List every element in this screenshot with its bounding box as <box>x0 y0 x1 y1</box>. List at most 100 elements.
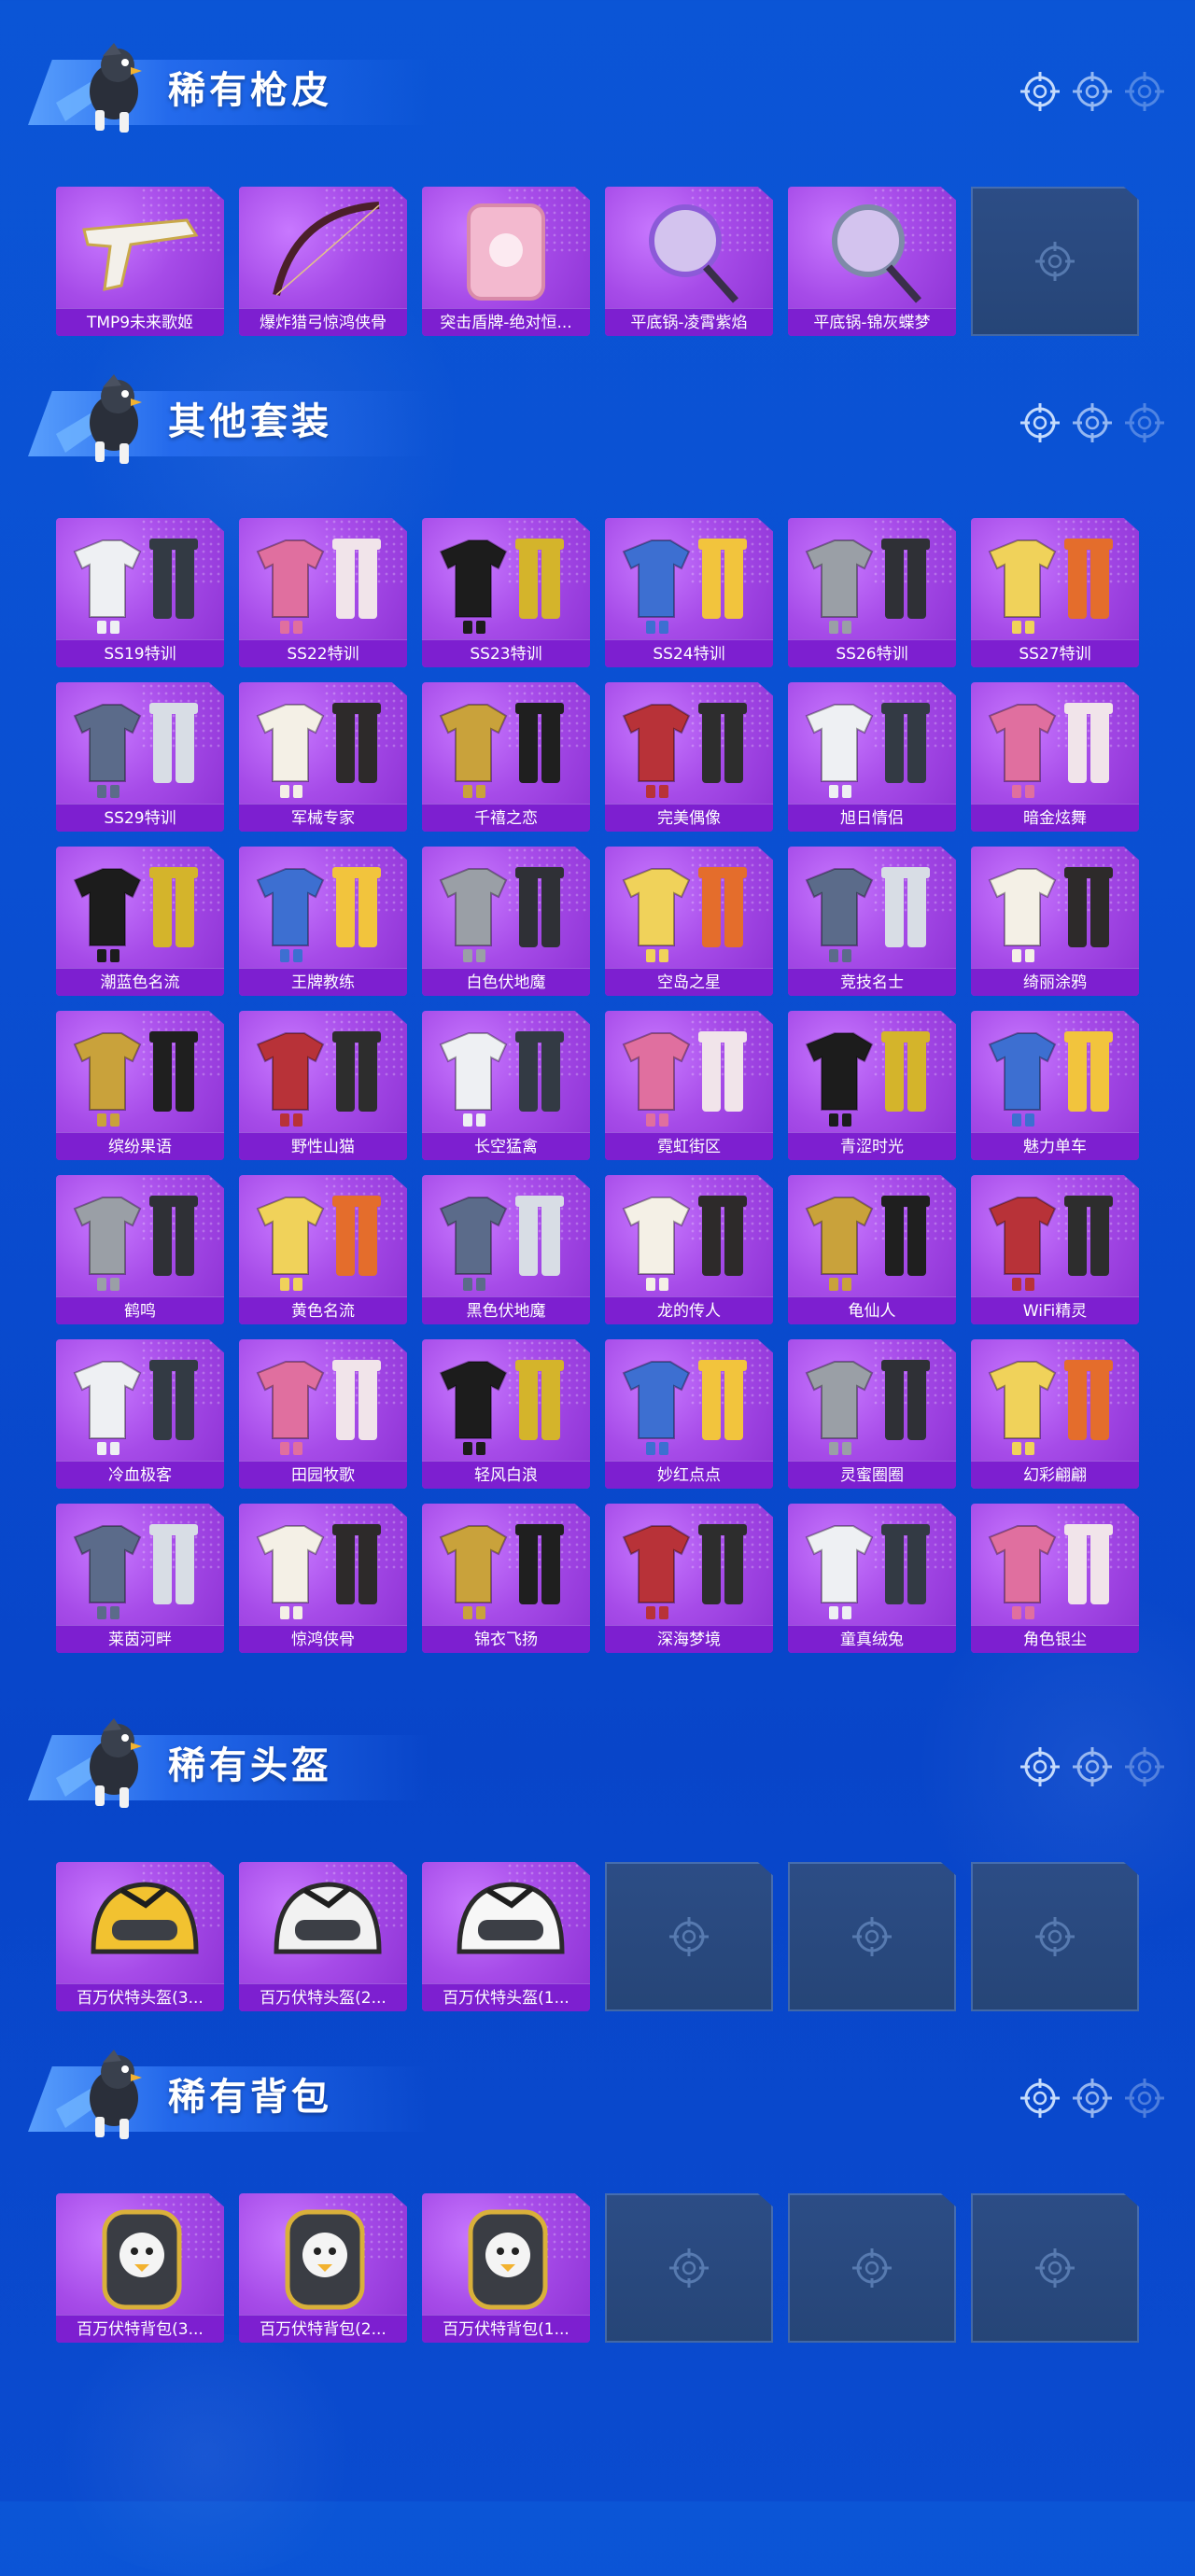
item-name: SS27特训 <box>971 639 1139 667</box>
item-tile[interactable]: 深海梦境 <box>605 1504 773 1653</box>
item-name: 野性山猫 <box>239 1132 407 1160</box>
item-name: 旭日情侣 <box>788 804 956 832</box>
item-tile[interactable]: 惊鸿侠骨 <box>239 1504 407 1653</box>
item-name: 王牌教练 <box>239 968 407 996</box>
item-tile[interactable]: 空岛之星 <box>605 847 773 996</box>
background-bottom-decoration <box>37 2333 373 2576</box>
item-tile[interactable]: 野性山猫 <box>239 1011 407 1160</box>
item-tile[interactable]: 魅力单车 <box>971 1011 1139 1160</box>
item-tile[interactable]: 百万伏特背包(2... <box>239 2193 407 2343</box>
item-tile[interactable]: 缤纷果语 <box>56 1011 224 1160</box>
item-tile[interactable]: 青涩时光 <box>788 1011 956 1160</box>
item-tile[interactable]: 冷血极客 <box>56 1339 224 1489</box>
item-tile[interactable]: 田园牧歌 <box>239 1339 407 1489</box>
item-tile[interactable]: 黄色名流 <box>239 1175 407 1324</box>
item-tile[interactable]: 百万伏特背包(3... <box>56 2193 224 2343</box>
item-name: 深海梦境 <box>605 1625 773 1653</box>
outfit-art <box>73 1031 198 1127</box>
item-tile[interactable]: 军械专家 <box>239 682 407 832</box>
outfit-art <box>439 1360 564 1455</box>
outfit-art <box>256 539 381 634</box>
item-grid: TMP9未来歌姬 爆炸猎弓惊鸿侠骨 突击盾牌-绝对恒... 平底锅-凌霄紫焰 平底锅-锦… <box>56 187 1139 336</box>
item-tile[interactable]: 角色银尘 <box>971 1504 1139 1653</box>
item-tile[interactable]: 白色伏地魔 <box>422 847 590 996</box>
item-tile[interactable]: 暗金炫舞 <box>971 682 1139 832</box>
section-title: 其他套装 <box>168 400 332 443</box>
item-tile[interactable]: 幻彩翩翩 <box>971 1339 1139 1489</box>
item-tile[interactable]: SS26特训 <box>788 518 956 667</box>
item-tile[interactable]: 锦衣飞扬 <box>422 1504 590 1653</box>
item-tile[interactable]: 王牌教练 <box>239 847 407 996</box>
item-tile[interactable]: 平底锅-锦灰蝶梦 <box>788 187 956 336</box>
item-name: SS26特训 <box>788 639 956 667</box>
item-name: 青涩时光 <box>788 1132 956 1160</box>
item-tile[interactable]: 龙的传人 <box>605 1175 773 1324</box>
item-tile[interactable]: 灵蜜圈圈 <box>788 1339 956 1489</box>
item-name: 千禧之恋 <box>422 804 590 832</box>
item-tile[interactable]: SS27特训 <box>971 518 1139 667</box>
item-tile[interactable]: 旭日情侣 <box>788 682 956 832</box>
item-tile[interactable]: 爆炸猎弓惊鸿侠骨 <box>239 187 407 336</box>
section-header: 稀有背包 <box>28 2044 1167 2147</box>
item-tile[interactable]: 绮丽涂鸦 <box>971 847 1139 996</box>
item-name: SS29特训 <box>56 804 224 832</box>
item-tile[interactable]: 竞技名士 <box>788 847 956 996</box>
item-name: 冷血极客 <box>56 1461 224 1489</box>
item-tile[interactable]: 霓虹街区 <box>605 1011 773 1160</box>
outfit-art <box>805 1524 930 1619</box>
item-name: 黑色伏地魔 <box>422 1296 590 1324</box>
outfit-art <box>622 1031 747 1127</box>
crosshair-placeholder-icon <box>669 2248 709 2288</box>
item-tile[interactable]: 百万伏特头盔(3... <box>56 1862 224 2011</box>
outfit-art <box>988 703 1113 798</box>
item-name: 龙的传人 <box>605 1296 773 1324</box>
crosshair-icon <box>1073 2079 1112 2118</box>
item-name: 幻彩翩翩 <box>971 1461 1139 1489</box>
item-name: 百万伏特头盔(1... <box>422 1983 590 2011</box>
item-name: 潮蓝色名流 <box>56 968 224 996</box>
outfit-art <box>73 1196 198 1291</box>
section-header: 稀有头盔 <box>28 1713 1167 1815</box>
item-name: 黄色名流 <box>239 1296 407 1324</box>
item-name: 绮丽涂鸦 <box>971 968 1139 996</box>
empty-slot <box>788 1862 956 2011</box>
item-tile[interactable]: 潮蓝色名流 <box>56 847 224 996</box>
item-tile[interactable]: 童真绒兔 <box>788 1504 956 1653</box>
item-name: 龟仙人 <box>788 1296 956 1324</box>
outfit-art <box>988 867 1113 962</box>
item-tile[interactable]: 千禧之恋 <box>422 682 590 832</box>
item-tile[interactable]: 百万伏特头盔(1... <box>422 1862 590 2011</box>
item-tile[interactable]: 长空猛禽 <box>422 1011 590 1160</box>
item-tile[interactable]: 鹤鸣 <box>56 1175 224 1324</box>
crosshair-placeholder-icon <box>669 1917 709 1956</box>
item-tile[interactable]: 黑色伏地魔 <box>422 1175 590 1324</box>
item-tile[interactable]: SS24特训 <box>605 518 773 667</box>
item-tile[interactable]: 百万伏特头盔(2... <box>239 1862 407 2011</box>
item-tile[interactable]: 莱茵河畔 <box>56 1504 224 1653</box>
backpack-art <box>285 2209 365 2310</box>
empty-slot <box>605 2193 773 2343</box>
item-tile[interactable]: SS23特训 <box>422 518 590 667</box>
item-tile[interactable]: 突击盾牌-绝对恒... <box>422 187 590 336</box>
item-tile[interactable]: 妙红点点 <box>605 1339 773 1489</box>
outfit-art <box>439 1196 564 1291</box>
outfit-art <box>988 1196 1113 1291</box>
item-tile[interactable]: 轻风白浪 <box>422 1339 590 1489</box>
item-tile[interactable]: 平底锅-凌霄紫焰 <box>605 187 773 336</box>
item-tile[interactable]: 完美偶像 <box>605 682 773 832</box>
item-tile[interactable]: 百万伏特背包(1... <box>422 2193 590 2343</box>
item-tile[interactable]: WiFi精灵 <box>971 1175 1139 1324</box>
item-tile[interactable]: 龟仙人 <box>788 1175 956 1324</box>
item-name: 妙红点点 <box>605 1461 773 1489</box>
item-tile[interactable]: TMP9未来歌姬 <box>56 187 224 336</box>
section-header: 其他套装 <box>28 369 1167 471</box>
outfit-art <box>73 1360 198 1455</box>
item-tile[interactable]: SS22特训 <box>239 518 407 667</box>
outfit-art <box>73 703 198 798</box>
crosshair-icon <box>1125 403 1164 442</box>
item-tile[interactable]: SS29特训 <box>56 682 224 832</box>
item-name: 完美偶像 <box>605 804 773 832</box>
item-tile[interactable]: SS19特训 <box>56 518 224 667</box>
crosshair-placeholder-icon <box>852 1917 892 1956</box>
outfit-art <box>805 1196 930 1291</box>
